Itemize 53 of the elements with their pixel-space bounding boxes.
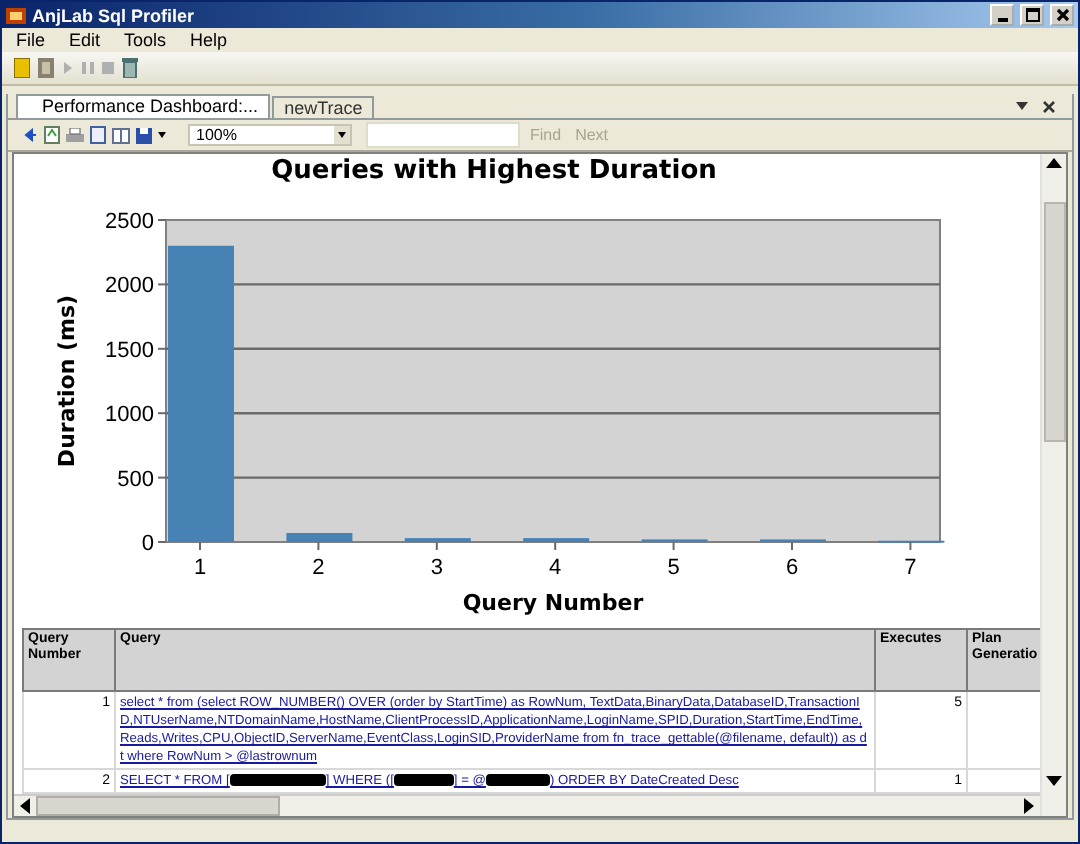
y-tick-label: 2000 [105, 274, 154, 299]
print-icon[interactable] [66, 127, 84, 143]
new-trace-icon[interactable] [14, 58, 30, 78]
close-icon[interactable] [1042, 100, 1056, 114]
close-button[interactable] [1050, 4, 1074, 26]
find-field[interactable] [366, 122, 520, 148]
menu-item[interactable]: Tools [122, 30, 169, 50]
vertical-scrollbar[interactable] [1040, 154, 1066, 816]
window-title: AnjLab Sql Profiler [32, 5, 197, 25]
menu-item[interactable]: Help [188, 30, 230, 50]
x-tick-label: 6 [785, 556, 799, 580]
trash-icon[interactable] [122, 58, 138, 78]
close-icon [1055, 8, 1069, 22]
scroll-down-icon[interactable] [1046, 776, 1062, 788]
app-icon[interactable] [6, 5, 26, 25]
x-tick-label: 2 [312, 556, 325, 580]
zoom-dropdown[interactable]: 100% [188, 124, 352, 146]
scroll-left-icon[interactable] [20, 798, 32, 814]
x-tick-label: 7 [904, 556, 917, 580]
maximize-button[interactable] [1020, 4, 1044, 26]
page-setup-icon[interactable] [112, 127, 130, 143]
bar [286, 533, 353, 542]
document-tab[interactable]: newTrace [272, 96, 375, 118]
y-tick-label: 0 [141, 532, 154, 556]
document-tab[interactable]: Performance Dashboard:... [16, 94, 271, 118]
refresh-icon[interactable] [44, 126, 60, 144]
chart-title: Queries with Highest Duration [271, 156, 717, 186]
redaction-mark [485, 774, 550, 787]
x-tick-label: 3 [430, 556, 443, 580]
menu-item[interactable]: Edit [67, 30, 103, 50]
page-layout-icon[interactable] [90, 126, 106, 144]
y-tick-label: 2500 [105, 210, 154, 234]
y-tick-label: 1000 [105, 403, 154, 428]
scroll-right-icon[interactable] [1022, 798, 1034, 814]
save-icon[interactable] [136, 127, 152, 143]
y-tick-label: 500 [117, 467, 154, 492]
menu-item[interactable]: File [14, 30, 48, 50]
x-axis-title: Query Number [462, 590, 644, 616]
horizontal-scrollbar[interactable] [14, 794, 1040, 816]
x-tick-label: 4 [549, 556, 562, 580]
y-tick-label: 1500 [105, 338, 154, 363]
redaction-mark [229, 774, 326, 787]
pin-icon[interactable] [1016, 98, 1028, 114]
caret-icon [338, 132, 346, 138]
scroll-up-icon[interactable] [1046, 158, 1062, 170]
back-icon[interactable] [24, 128, 38, 142]
caret-icon[interactable] [158, 132, 166, 138]
redaction-mark [393, 774, 454, 787]
maximize-icon [1025, 8, 1039, 22]
y-axis-title: Duration (ms) [54, 294, 80, 468]
x-tick-label: 1 [193, 556, 207, 580]
minimize-button[interactable] [990, 4, 1014, 26]
x-tick-label: 5 [667, 556, 680, 580]
